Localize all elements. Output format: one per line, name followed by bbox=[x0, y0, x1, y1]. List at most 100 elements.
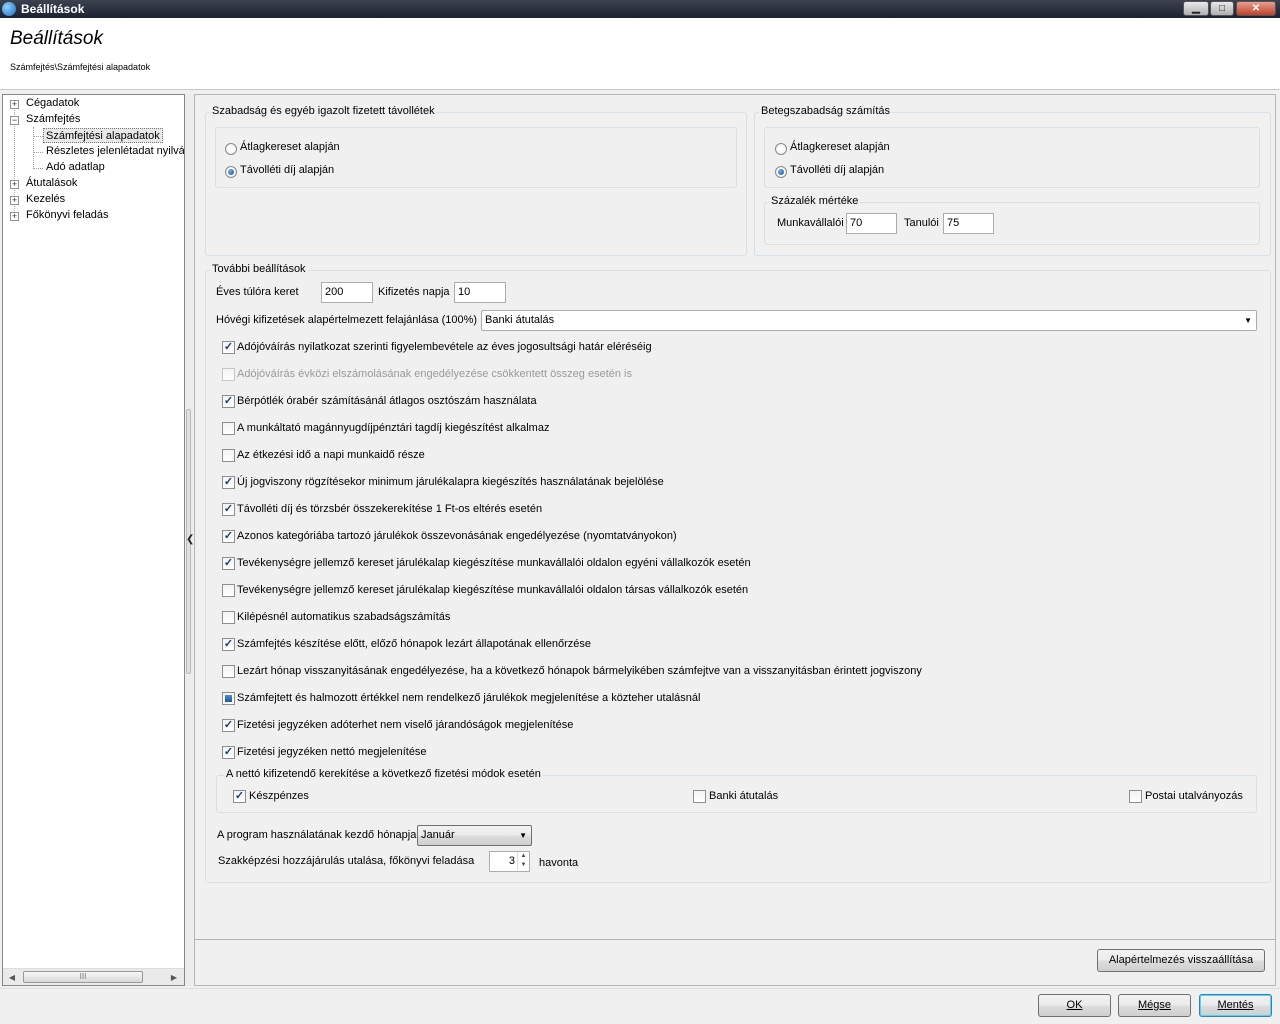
beteg-tavolleti-radio[interactable] bbox=[775, 166, 787, 178]
kifizetes-napja-label: Kifizetés napja bbox=[378, 286, 450, 298]
panel-splitter[interactable]: ❮ bbox=[185, 94, 194, 986]
munkavallaloi-input[interactable]: 70 bbox=[846, 213, 897, 234]
beteg-atlagkereset-label[interactable]: Átlagkereset alapján bbox=[790, 141, 890, 153]
save-button[interactable]: Mentés bbox=[1199, 994, 1272, 1017]
scroll-left-icon[interactable]: ◀ bbox=[5, 971, 19, 984]
szazalek-group: Százalék mértéke Munkavállalói 70 Tanuló… bbox=[764, 195, 1260, 245]
tree-item-atutalasok[interactable]: Átutalások bbox=[26, 176, 77, 191]
cancel-button[interactable]: Mégse bbox=[1118, 994, 1191, 1017]
option-checkbox[interactable]: ✓ bbox=[222, 530, 235, 543]
option-checkbox-label[interactable]: Fizetési jegyzéken adóterhet nem viselő … bbox=[237, 719, 573, 731]
szabadsag-group-title: Szabadság és egyéb igazolt fizetett távo… bbox=[210, 105, 437, 117]
option-checkbox[interactable] bbox=[222, 584, 235, 597]
title-bar: Beállítások ▁ □ ✕ bbox=[0, 0, 1280, 18]
reset-defaults-button[interactable]: Alapértelmezés visszaállítása bbox=[1097, 949, 1265, 972]
beteg-tavolleti-label[interactable]: Távolléti díj alapján bbox=[790, 164, 884, 176]
banki-atutalas-checkbox[interactable] bbox=[693, 790, 706, 803]
eves-tulora-input[interactable]: 200 bbox=[321, 282, 373, 303]
tree-item-cegadatok[interactable]: Cégadatok bbox=[26, 96, 79, 111]
option-checkbox[interactable]: ✓ bbox=[222, 395, 235, 408]
postai-utalvanyozas-checkbox[interactable] bbox=[1129, 790, 1142, 803]
scroll-right-icon[interactable]: ▶ bbox=[167, 971, 181, 984]
option-checkbox-label[interactable]: A munkáltató magánnyugdíjpénztári tagdíj… bbox=[237, 422, 549, 434]
postai-utalvanyozas-label[interactable]: Postai utalványozás bbox=[1145, 790, 1243, 802]
option-checkbox bbox=[222, 368, 235, 381]
tree-item-szamfejtes[interactable]: Számfejtés bbox=[26, 112, 80, 127]
kifizetes-napja-input[interactable]: 10 bbox=[454, 282, 506, 303]
spin-up-icon[interactable]: ▲ bbox=[517, 852, 529, 861]
szabadsag-options-box: Átlagkereset alapján Távolléti díj alapj… bbox=[215, 127, 737, 188]
option-checkbox-label[interactable]: Tevékenységre jellemző kereset járulékal… bbox=[237, 557, 751, 569]
option-checkbox-label[interactable]: Tevékenységre jellemző kereset járulékal… bbox=[237, 584, 748, 596]
bottom-panel: Alapértelmezés visszaállítása bbox=[194, 940, 1276, 986]
kerekites-group-title: A nettó kifizetendő kerekítése a követke… bbox=[224, 768, 543, 780]
option-checkbox-label[interactable]: Távolléti díj és törzsbér összekerekítés… bbox=[237, 503, 542, 515]
betegszabadsag-group-title: Betegszabadság számítás bbox=[759, 105, 893, 117]
hovegi-kifizetes-value: Banki átutalás bbox=[485, 314, 555, 326]
option-checkbox[interactable] bbox=[222, 692, 235, 705]
maximize-button[interactable]: □ bbox=[1210, 1, 1234, 16]
option-checkbox-label[interactable]: Fizetési jegyzéken nettó megjelenítése bbox=[237, 746, 427, 758]
option-checkbox[interactable]: ✓ bbox=[222, 746, 235, 759]
szabadsag-atlagkereset-label[interactable]: Átlagkereset alapján bbox=[240, 141, 340, 153]
kezdo-honap-select[interactable]: Január ▼ bbox=[417, 825, 532, 846]
tanuloi-input[interactable]: 75 bbox=[943, 213, 994, 234]
navigation-tree: + Cégadatok − Számfejtés Számfejtési ala… bbox=[2, 94, 185, 986]
close-button[interactable]: ✕ bbox=[1236, 1, 1276, 16]
option-checkbox[interactable] bbox=[222, 449, 235, 462]
expand-atutalasok-icon[interactable]: + bbox=[10, 180, 19, 189]
beteg-atlagkereset-radio[interactable] bbox=[775, 143, 787, 155]
szakkepzesi-unit-label: havonta bbox=[539, 857, 579, 869]
tovabbi-group-title: További beállítások bbox=[210, 263, 308, 275]
expand-cegadatok-icon[interactable]: + bbox=[10, 100, 19, 109]
option-checkbox-label[interactable]: Új jogviszony rögzítésekor minimum járul… bbox=[237, 476, 664, 488]
expand-kezeles-icon[interactable]: + bbox=[10, 196, 19, 205]
option-checkbox-label[interactable]: Számfejtett és halmozott értékkel nem re… bbox=[237, 692, 700, 704]
szabadsag-group: Szabadság és egyéb igazolt fizetett távo… bbox=[205, 105, 747, 256]
ok-label: OK bbox=[1066, 999, 1083, 1011]
szabadsag-tavolleti-label[interactable]: Távolléti díj alapján bbox=[240, 164, 334, 176]
betegszabadsag-options-box: Átlagkereset alapján Távolléti díj alapj… bbox=[764, 127, 1260, 188]
option-checkbox-label[interactable]: Számfejtés készítése előtt, előző hónapo… bbox=[237, 638, 591, 650]
banki-atutalas-label[interactable]: Banki átutalás bbox=[709, 790, 778, 802]
tree-item-reszletes-jelenletadat[interactable]: Részletes jelenlétadat nyilvá bbox=[46, 144, 184, 159]
option-checkbox-label[interactable]: Bérpótlék órabér számításánál átlagos os… bbox=[237, 395, 537, 407]
option-checkbox[interactable] bbox=[222, 422, 235, 435]
scroll-thumb[interactable]: III bbox=[23, 971, 143, 983]
option-checkbox-label[interactable]: Azonos kategóriába tartozó járulékok öss… bbox=[237, 530, 677, 542]
kerekites-group: A nettó kifizetendő kerekítése a követke… bbox=[216, 768, 1257, 813]
option-checkbox[interactable]: ✓ bbox=[222, 341, 235, 354]
option-checkbox-label[interactable]: Az étkezési idő a napi munkaidő része bbox=[237, 449, 425, 461]
option-checkbox[interactable] bbox=[222, 665, 235, 678]
option-checkbox-label[interactable]: Kilépésnél automatikus szabadságszámítás bbox=[237, 611, 450, 623]
page-header: Beállítások Számfejtés\Számfejtési alapa… bbox=[0, 18, 1280, 90]
szabadsag-atlagkereset-radio[interactable] bbox=[225, 143, 237, 155]
option-checkbox-label[interactable]: Lezárt hónap visszanyitásának engedélyez… bbox=[237, 665, 922, 677]
spin-down-icon[interactable]: ▼ bbox=[517, 861, 529, 870]
tree-horizontal-scrollbar[interactable]: ◀ III ▶ bbox=[3, 968, 184, 985]
option-checkbox[interactable]: ✓ bbox=[222, 557, 235, 570]
option-checkbox[interactable]: ✓ bbox=[222, 719, 235, 732]
option-checkbox[interactable]: ✓ bbox=[222, 638, 235, 651]
option-checkbox[interactable]: ✓ bbox=[222, 503, 235, 516]
collapse-szamfejtes-icon[interactable]: − bbox=[10, 116, 19, 125]
keszpenzes-checkbox[interactable]: ✓ bbox=[233, 790, 246, 803]
minimize-button[interactable]: ▁ bbox=[1183, 1, 1209, 16]
szabadsag-tavolleti-radio[interactable] bbox=[225, 166, 237, 178]
tree-item-ado-adatlap[interactable]: Adó adatlap bbox=[46, 160, 105, 175]
option-checkbox-label[interactable]: Adójóváírás nyilatkozat szerinti figyele… bbox=[237, 341, 652, 353]
ok-button[interactable]: OK bbox=[1038, 994, 1111, 1017]
hovegi-kifizetes-select[interactable]: Banki átutalás ▼ bbox=[481, 310, 1257, 331]
kezdo-honap-value: Január bbox=[421, 829, 455, 841]
tree-item-kezeles[interactable]: Kezelés bbox=[26, 192, 65, 207]
expand-fokonyvi-feladas-icon[interactable]: + bbox=[10, 212, 19, 221]
szazalek-group-title: Százalék mértéke bbox=[769, 195, 861, 207]
tovabbi-group: További beállítások Éves túlóra keret 20… bbox=[205, 263, 1271, 883]
keszpenzes-label[interactable]: Készpénzes bbox=[249, 790, 309, 802]
munkavallaloi-label: Munkavállalói bbox=[777, 217, 844, 229]
tree-item-szamfejtesi-alapadatok[interactable]: Számfejtési alapadatok bbox=[43, 128, 163, 143]
option-checkbox[interactable] bbox=[222, 611, 235, 624]
tree-item-fokonyvi-feladas[interactable]: Főkönyvi feladás bbox=[26, 208, 109, 223]
option-checkbox[interactable]: ✓ bbox=[222, 476, 235, 489]
kezdo-honap-label: A program használatának kezdő hónapja bbox=[217, 829, 417, 841]
